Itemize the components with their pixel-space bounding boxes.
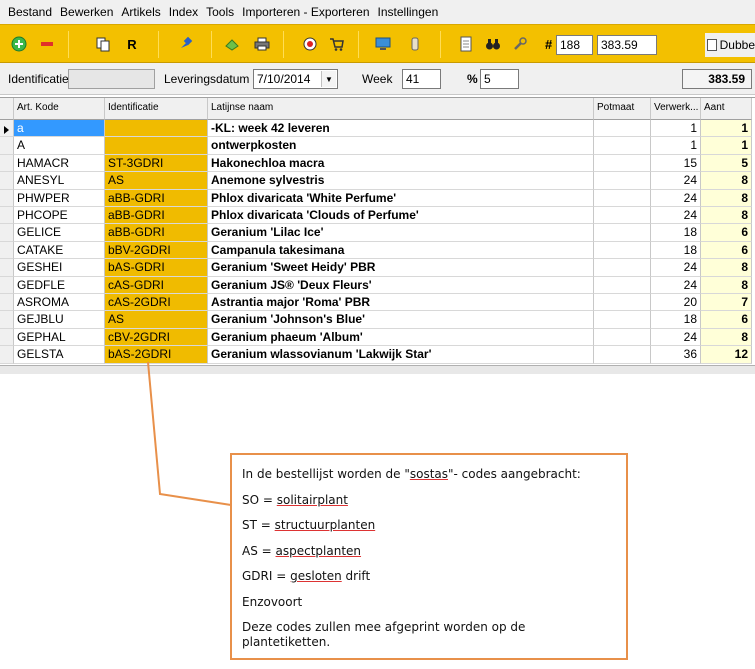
callout-line-enzovoort: Enzovoort (242, 594, 303, 609)
callout-line-last: Deze codes zullen mee afgeprint worden o… (242, 620, 526, 649)
callout-line-gdri: GDRI = gesloten drift (242, 569, 371, 583)
callout-line-st: ST = structuurplanten (242, 518, 376, 532)
callout-line-intro: In de bestellijst worden de "sostas"- co… (242, 467, 581, 481)
annotation-callout: In de bestellijst worden de "sostas"- co… (230, 453, 628, 660)
callout-line-so: SO = solitairplant (242, 492, 348, 507)
callout-line-as: AS = aspectplanten (242, 543, 362, 558)
